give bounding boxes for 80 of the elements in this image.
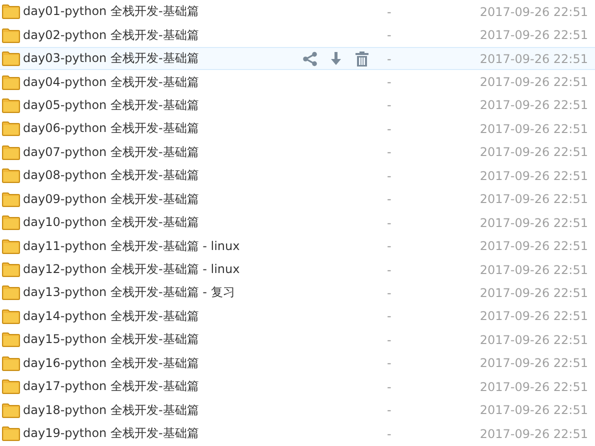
file-size: - [387, 145, 392, 160]
folder-name[interactable]: day02-python 全栈开发-基础篇 [23, 26, 295, 44]
file-size: - [387, 168, 392, 183]
file-size: - [387, 380, 392, 394]
folder-name[interactable]: day07-python 全栈开发-基础篇 [23, 144, 295, 161]
file-size: - [387, 192, 392, 206]
modified-date: 2017-09-26 22:51 [480, 145, 588, 160]
file-size: - [387, 239, 392, 254]
folder-icon [2, 426, 20, 442]
share-icon[interactable] [302, 50, 318, 67]
modified-date: 2017-09-26 22:51 [480, 332, 588, 347]
folder-name[interactable]: day12-python 全栈开发-基础篇 - linux [23, 261, 295, 278]
modified-date: 2017-09-26 22:51 [480, 75, 588, 90]
file-row[interactable]: day03-python 全栈开发-基础篇 - 2017-09-26 22:51 [0, 46, 595, 70]
download-icon[interactable] [328, 50, 344, 67]
folder-icon [2, 98, 20, 113]
file-size: - [387, 52, 392, 66]
folder-name[interactable]: day08-python 全栈开发-基础篇 [23, 167, 295, 184]
modified-date: 2017-09-26 22:51 [480, 426, 588, 441]
modified-date: 2017-09-26 22:51 [480, 28, 588, 42]
folder-name[interactable]: day10-python 全栈开发-基础篇 [23, 214, 295, 232]
file-size: - [387, 28, 392, 42]
file-size: - [387, 426, 392, 441]
folder-icon [2, 402, 20, 418]
folder-name[interactable]: day13-python 全栈开发-基础篇 - 复习 [23, 284, 295, 302]
modified-date: 2017-09-26 22:51 [480, 403, 588, 418]
folder-name[interactable]: day01-python 全栈开发-基础篇 [23, 3, 295, 20]
folder-name[interactable]: day03-python 全栈开发-基础篇 [23, 50, 295, 68]
modified-date: 2017-09-26 22:51 [480, 380, 588, 394]
folder-icon [2, 121, 20, 136]
folder-name[interactable]: day19-python 全栈开发-基础篇 [23, 425, 295, 442]
modified-date: 2017-09-26 22:51 [480, 286, 588, 300]
folder-icon [2, 74, 20, 90]
file-size: - [387, 262, 392, 277]
folder-icon [2, 192, 20, 207]
modified-date: 2017-09-26 22:51 [480, 4, 588, 19]
folder-icon [2, 51, 20, 66]
folder-name[interactable]: day17-python 全栈开发-基础篇 [23, 378, 295, 396]
folder-icon [2, 144, 20, 160]
file-size: - [387, 216, 392, 230]
folder-icon [2, 215, 20, 230]
file-size: - [387, 122, 392, 136]
folder-icon [2, 168, 20, 184]
folder-name[interactable]: day04-python 全栈开发-基础篇 [23, 74, 295, 91]
folder-name[interactable]: day14-python 全栈开发-基础篇 [23, 308, 295, 325]
modified-date: 2017-09-26 22:51 [480, 239, 588, 254]
file-size: - [387, 309, 392, 324]
folder-name[interactable]: day18-python 全栈开发-基础篇 [23, 402, 295, 419]
modified-date: 2017-09-26 22:51 [480, 52, 588, 66]
folder-name[interactable]: day16-python 全栈开发-基础篇 [23, 354, 295, 372]
folder-name[interactable]: day06-python 全栈开发-基础篇 [23, 120, 295, 138]
folder-icon [2, 4, 20, 20]
file-size: - [387, 75, 392, 90]
folder-icon [2, 379, 20, 394]
modified-date: 2017-09-26 22:51 [480, 192, 588, 206]
folder-icon [2, 28, 20, 43]
modified-date: 2017-09-26 22:51 [480, 98, 588, 112]
modified-date: 2017-09-26 22:51 [480, 356, 588, 370]
modified-date: 2017-09-26 22:51 [480, 262, 588, 277]
folder-name[interactable]: day09-python 全栈开发-基础篇 [23, 190, 295, 208]
file-size: - [387, 332, 392, 347]
file-size: - [387, 356, 392, 370]
file-size: - [387, 98, 392, 112]
file-size: - [387, 286, 392, 300]
folder-name[interactable]: day11-python 全栈开发-基础篇 - linux [23, 238, 295, 255]
delete-icon[interactable] [354, 50, 370, 67]
folder-icon [2, 308, 20, 324]
modified-date: 2017-09-26 22:51 [480, 122, 588, 136]
file-size: - [387, 403, 392, 418]
folder-name[interactable]: day15-python 全栈开发-基础篇 [23, 331, 295, 348]
folder-icon [2, 262, 20, 278]
folder-icon [2, 285, 20, 300]
file-size: - [387, 4, 392, 19]
folder-icon [2, 332, 20, 348]
folder-name[interactable]: day05-python 全栈开发-基础篇 [23, 96, 295, 114]
modified-date: 2017-09-26 22:51 [480, 168, 588, 183]
folder-icon [2, 356, 20, 371]
folder-icon [2, 238, 20, 254]
modified-date: 2017-09-26 22:51 [480, 216, 588, 230]
modified-date: 2017-09-26 22:51 [480, 309, 588, 324]
